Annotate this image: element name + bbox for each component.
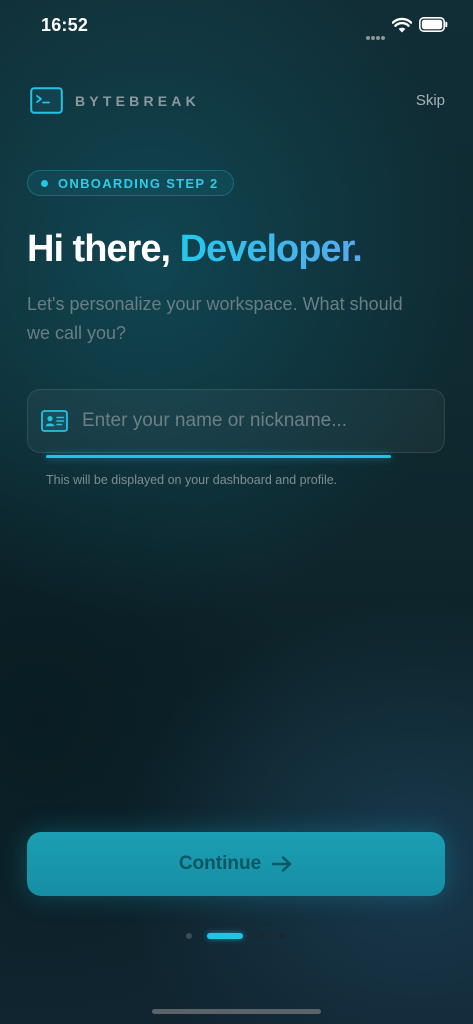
page-dot-3[interactable]: [258, 933, 264, 939]
continue-label: Continue: [178, 853, 262, 874]
headline-greeting: Hi there,: [27, 228, 180, 270]
continue-button[interactable]: Continue: [27, 832, 445, 896]
name-field[interactable]: [27, 389, 445, 453]
onboarding-screen: 16:52 BYTEBREAK Skip ONBOARDING STEP 2 H…: [0, 0, 473, 1024]
page-title: Hi there, Developer.: [27, 226, 363, 272]
status-bar: 16:52: [0, 0, 473, 52]
page-dot-1[interactable]: [186, 933, 192, 939]
helper-text: This will be displayed on your dashboard…: [46, 473, 338, 487]
status-time: 16:52: [41, 15, 89, 35]
page-indicator: [186, 932, 300, 940]
arrow-right-icon: [271, 856, 292, 872]
headline-name: Developer.: [179, 228, 363, 270]
page-dot-4[interactable]: [279, 933, 285, 939]
id-card-icon: [41, 410, 68, 432]
battery-icon: [419, 17, 448, 32]
page-subtitle: Let's personalize your workspace. What s…: [27, 294, 403, 343]
brand-name: BYTEBREAK: [75, 93, 200, 109]
cellular-signal-icon: [366, 27, 386, 40]
home-indicator[interactable]: [152, 1009, 321, 1014]
badge-dot: [41, 180, 48, 187]
page-dot-2-active[interactable]: [207, 933, 243, 939]
skip-button[interactable]: Skip: [416, 92, 445, 109]
name-input[interactable]: [82, 390, 432, 452]
badge-label: ONBOARDING STEP 2: [58, 175, 219, 191]
terminal-icon: [30, 87, 63, 114]
input-focus-underline: [46, 455, 391, 458]
wifi-icon: [392, 17, 412, 33]
step-badge: ONBOARDING STEP 2: [27, 170, 234, 196]
